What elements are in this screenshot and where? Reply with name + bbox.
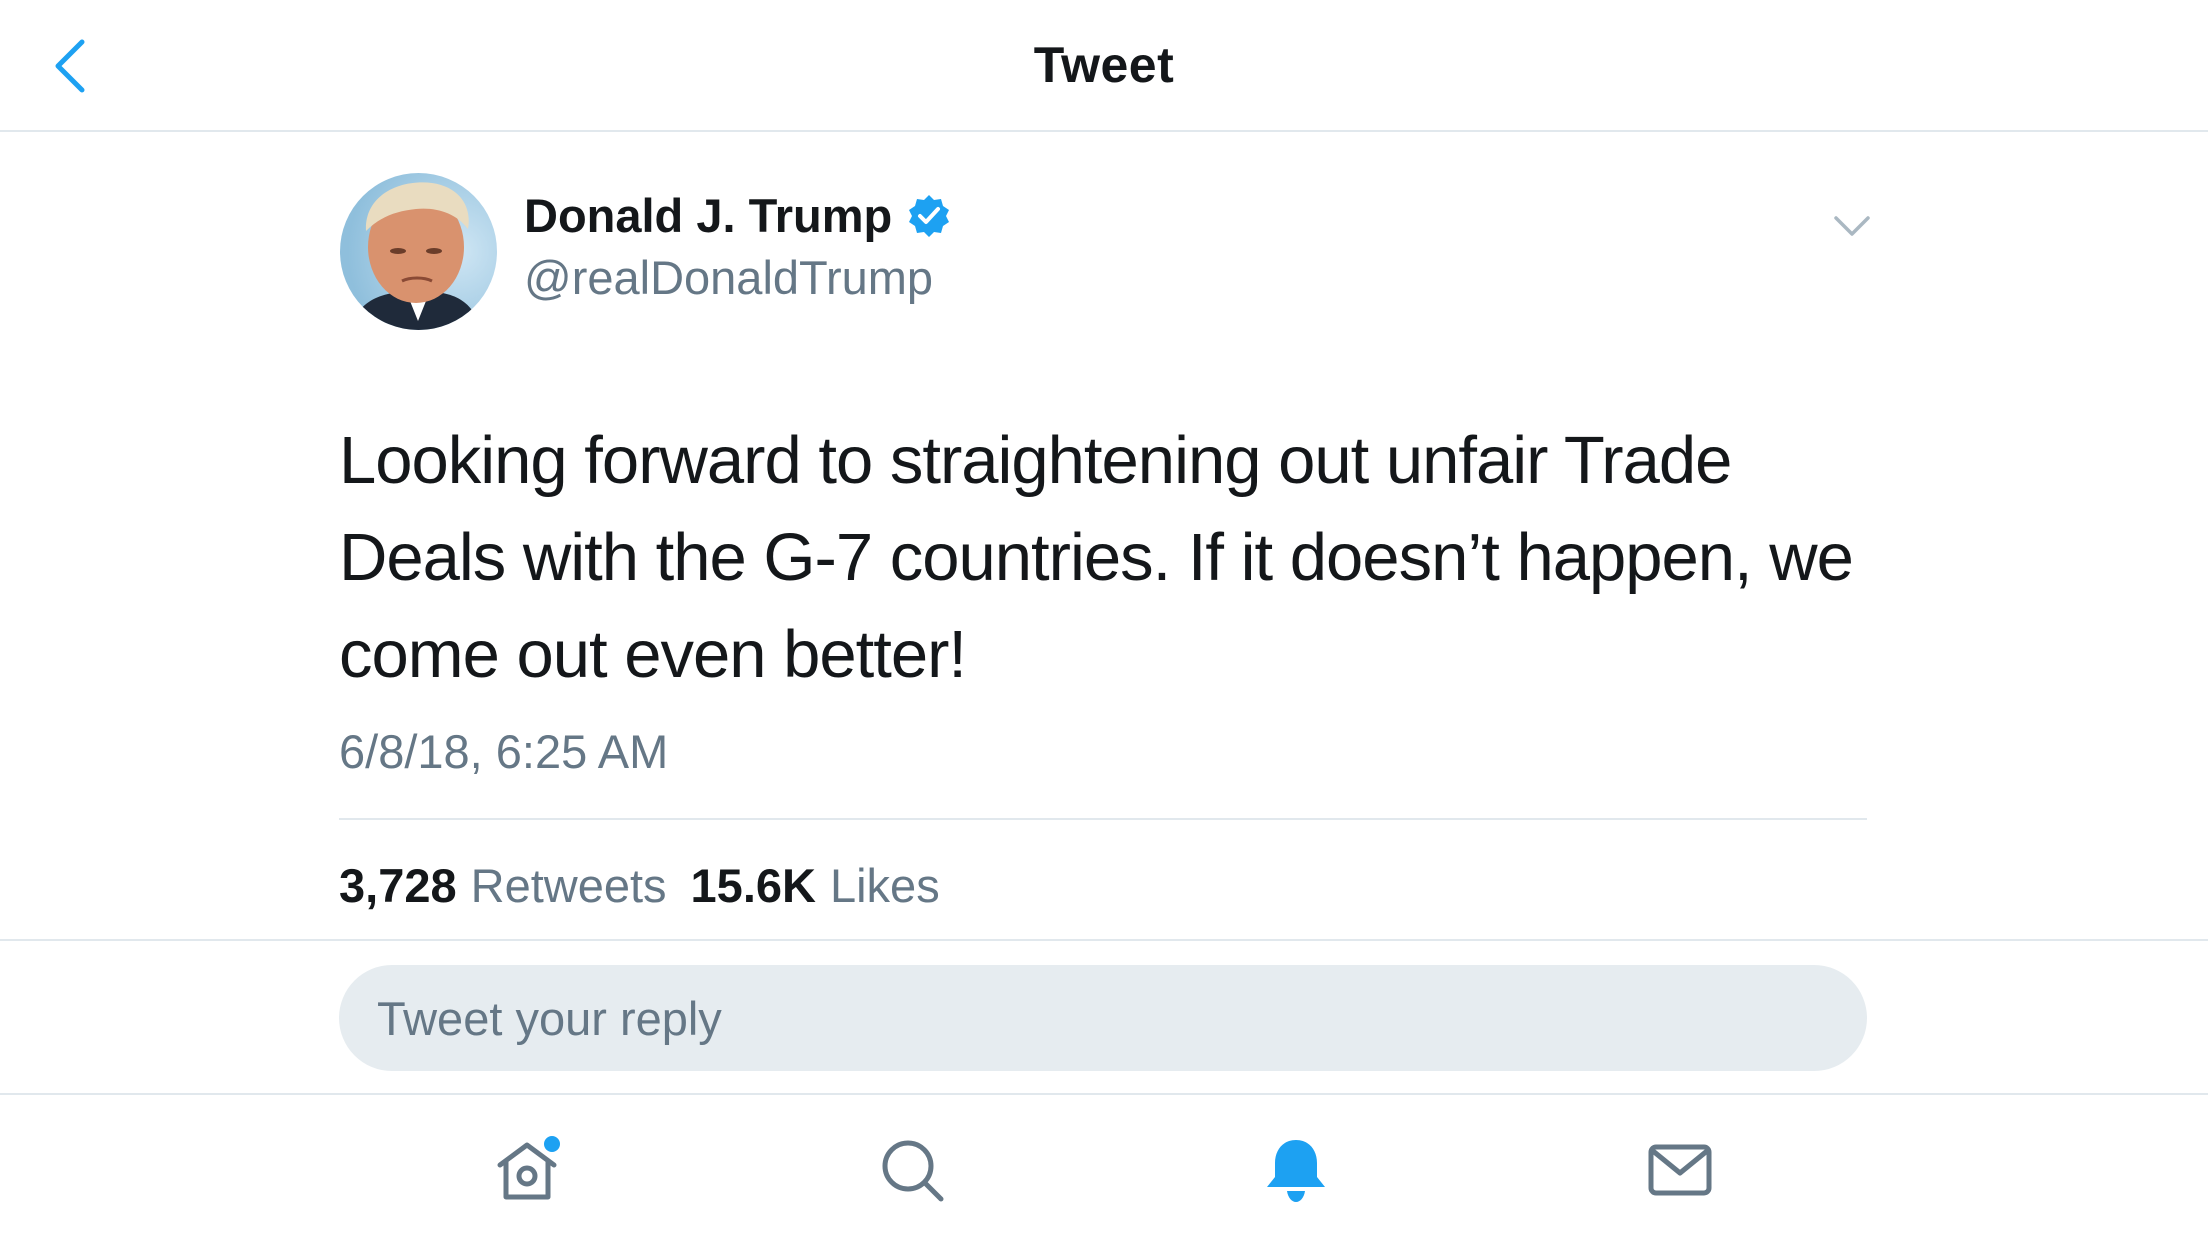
home-icon[interactable] <box>492 1135 562 1205</box>
avatar-image <box>340 173 497 330</box>
engagement-stats: 3,728 Retweets 15.6K Likes <box>339 858 940 913</box>
messages-envelope-icon[interactable] <box>1645 1135 1715 1205</box>
author-row: Donald J. Trump <box>524 188 952 243</box>
tab-bar <box>0 1093 2208 1242</box>
chevron-down-icon[interactable] <box>1833 213 1871 239</box>
tweet-text: Looking forward to straightening out unf… <box>339 423 1854 692</box>
divider <box>339 818 1867 820</box>
author-name[interactable]: Donald J. Trump <box>524 188 892 243</box>
divider <box>0 939 2208 941</box>
likes-count: 15.6K <box>690 859 816 912</box>
likes-label: Likes <box>829 859 940 912</box>
retweets-stat[interactable]: 3,728 Retweets <box>339 858 667 913</box>
unread-dot <box>544 1136 560 1152</box>
avatar[interactable] <box>340 173 497 330</box>
author-handle[interactable]: @realDonaldTrump <box>524 250 933 305</box>
likes-stat[interactable]: 15.6K Likes <box>691 858 940 913</box>
verified-badge-icon <box>909 194 950 237</box>
navigation-bar: Tweet <box>0 0 2208 132</box>
retweets-label: Retweets <box>470 859 667 912</box>
reply-input[interactable]: Tweet your reply <box>339 965 1867 1071</box>
search-icon[interactable] <box>877 1135 947 1205</box>
notifications-bell-icon[interactable] <box>1261 1135 1331 1205</box>
tweet-timestamp: 6/8/18, 6:25 AM <box>339 725 669 778</box>
reply-placeholder: Tweet your reply <box>377 991 722 1045</box>
page-title: Tweet <box>1033 37 1175 93</box>
retweets-count: 3,728 <box>339 859 457 912</box>
